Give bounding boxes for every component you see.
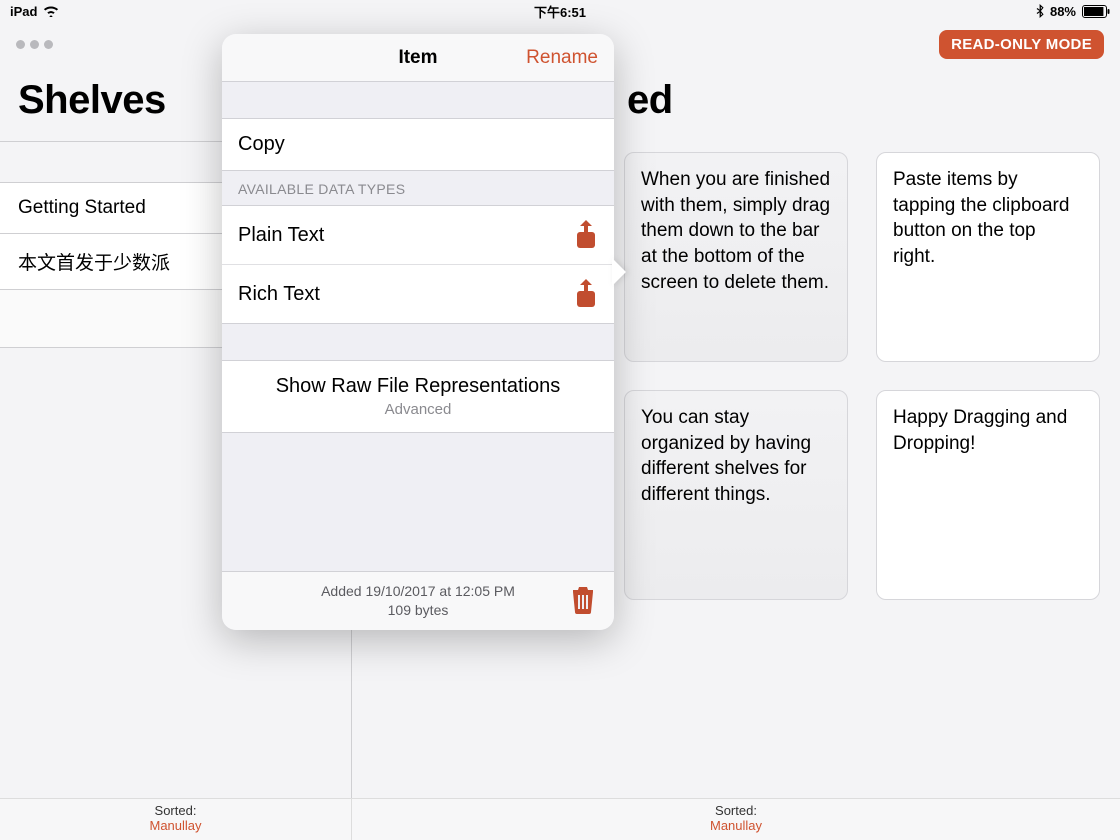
popover-arrow — [612, 258, 626, 286]
type-plain-text[interactable]: Plain Text — [222, 206, 614, 265]
type-rich-text[interactable]: Rich Text — [222, 265, 614, 323]
card-item[interactable]: Paste items by tapping the clipboard but… — [876, 152, 1100, 362]
added-meta: Added 19/10/2017 at 12:05 PM — [266, 582, 570, 601]
show-raw-button[interactable]: Show Raw File Representations Advanced — [222, 360, 614, 433]
show-raw-label: Show Raw File Representations — [238, 375, 598, 398]
status-bar: iPad 下午6:51 88% — [0, 0, 1120, 22]
share-icon[interactable] — [574, 220, 598, 250]
card-item[interactable]: Happy Dragging and Dropping! — [876, 390, 1100, 600]
sort-value-right[interactable]: Manullay — [352, 818, 1120, 833]
footer: Sorted: Manullay Sorted: Manullay — [0, 798, 1120, 840]
available-types-header: AVAILABLE DATA TYPES — [222, 171, 614, 205]
clock: 下午6:51 — [534, 2, 586, 21]
sort-value-left[interactable]: Manullay — [0, 818, 351, 833]
battery-icon — [1082, 5, 1110, 18]
popover-title: Item — [398, 47, 437, 69]
sort-label-left: Sorted: — [0, 803, 351, 818]
item-popover: Item Rename Copy AVAILABLE DATA TYPES Pl… — [222, 34, 614, 630]
card-item[interactable]: You can stay organized by having differe… — [624, 390, 848, 600]
device-label: iPad — [10, 4, 37, 19]
share-icon[interactable] — [574, 279, 598, 309]
sort-label-right: Sorted: — [352, 803, 1120, 818]
battery-percent: 88% — [1050, 4, 1076, 19]
type-label: Plain Text — [238, 224, 324, 247]
copy-label: Copy — [238, 133, 285, 156]
more-icon[interactable] — [16, 40, 53, 49]
bluetooth-icon — [1036, 4, 1044, 18]
wifi-icon — [43, 5, 59, 17]
card-item[interactable]: When you are finished with them, simply … — [624, 152, 848, 362]
size-meta: 109 bytes — [266, 601, 570, 620]
page-title: ed — [607, 66, 693, 141]
type-label: Rich Text — [238, 283, 320, 306]
trash-icon[interactable] — [570, 584, 598, 619]
rename-button[interactable]: Rename — [526, 47, 598, 69]
show-raw-sublabel: Advanced — [238, 401, 598, 418]
copy-button[interactable]: Copy — [222, 118, 614, 171]
readonly-mode-badge[interactable]: READ-ONLY MODE — [939, 30, 1104, 59]
